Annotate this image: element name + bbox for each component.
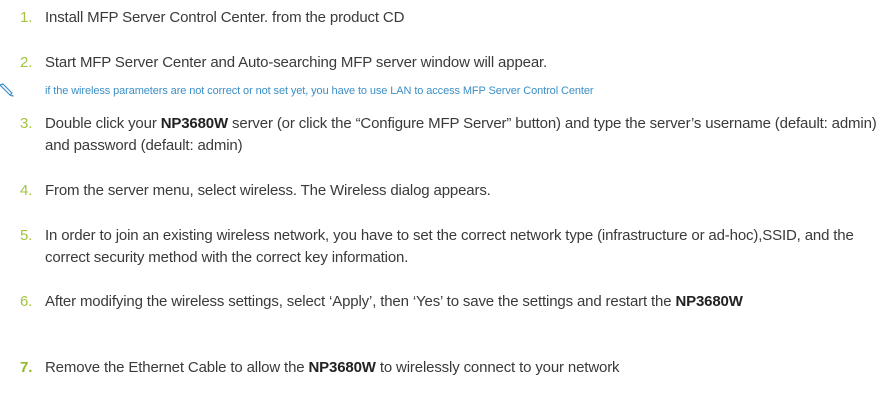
product-name: NP3680W bbox=[308, 359, 376, 376]
step-number: 1. bbox=[20, 9, 33, 26]
product-name: NP3680W bbox=[675, 293, 743, 310]
step-text: Install MFP Server Control Center. from … bbox=[45, 9, 405, 26]
step-number: 7. bbox=[20, 359, 33, 376]
pen-icon bbox=[0, 83, 14, 97]
step-text: Double click your NP3680W server (or cli… bbox=[45, 115, 877, 154]
step-text: In order to join an existing wireless ne… bbox=[45, 227, 854, 266]
step-number: 5. bbox=[20, 227, 33, 244]
step-text: From the server menu, select wireless. T… bbox=[45, 182, 491, 199]
step-number: 6. bbox=[20, 293, 33, 310]
step-text: Remove the Ethernet Cable to allow the N… bbox=[45, 359, 620, 376]
step-number: 3. bbox=[20, 115, 33, 132]
note-text: if the wireless parameters are not corre… bbox=[45, 85, 594, 97]
step-text: Start MFP Server Center and Auto-searchi… bbox=[45, 54, 548, 71]
product-name: NP3680W bbox=[160, 115, 229, 132]
wireless-note: if the wireless parameters are not corre… bbox=[0, 82, 891, 100]
step-number: 4. bbox=[20, 182, 33, 199]
step-number: 2. bbox=[20, 54, 33, 71]
step-text: After modifying the wireless settings, s… bbox=[45, 293, 743, 310]
